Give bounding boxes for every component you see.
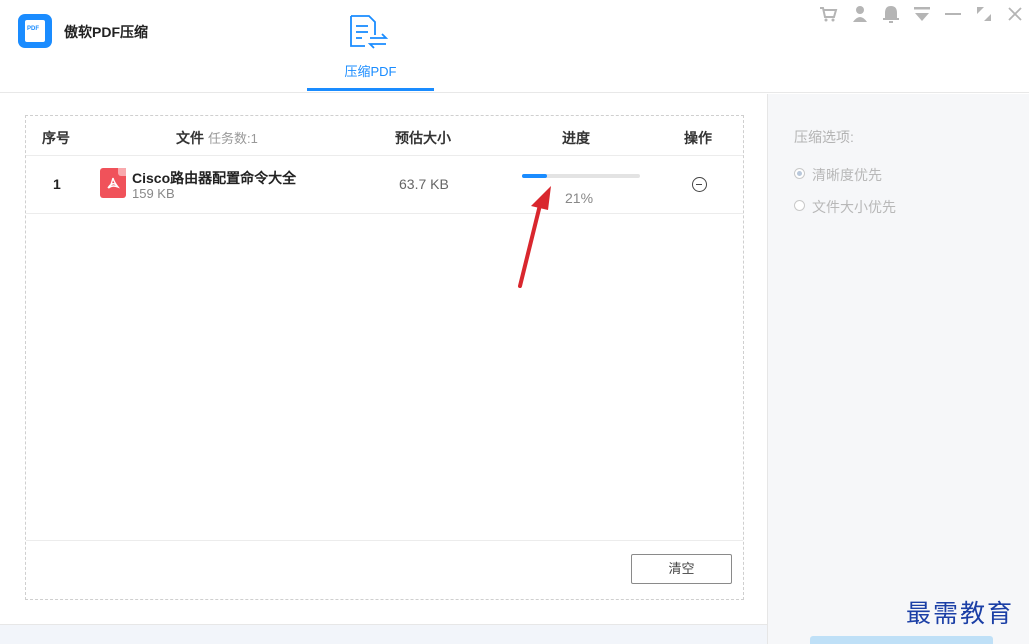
column-header-estimated-size: 预估大小 bbox=[395, 130, 451, 146]
compress-document-icon bbox=[350, 15, 389, 49]
column-header-file: 文件 任务数:1 bbox=[176, 128, 258, 148]
file-list-panel: 序号 文件 任务数:1 预估大小 进度 操作 1 Cisco路由器配置命令大全 1… bbox=[25, 115, 744, 600]
cart-icon[interactable] bbox=[818, 4, 838, 24]
watermark: 最需教育 bbox=[906, 599, 1015, 628]
progress-percent: 21% bbox=[565, 190, 594, 206]
clear-button[interactable]: 清空 bbox=[631, 554, 732, 584]
column-header-file-label: 文件 bbox=[176, 130, 204, 146]
main-area: 序号 文件 任务数:1 预估大小 进度 操作 1 Cisco路由器配置命令大全 1… bbox=[0, 94, 767, 624]
tab-compress-pdf[interactable]: 压缩PDF bbox=[307, 0, 434, 93]
pdf-file-icon bbox=[100, 168, 126, 198]
estimated-size: 63.7 KB bbox=[399, 176, 449, 192]
options-panel: 压缩选项: 清晰度优先 文件大小优先 bbox=[767, 94, 1029, 644]
file-size: 159 KB bbox=[132, 186, 175, 201]
option-clarity-first-label: 清晰度优先 bbox=[812, 167, 882, 183]
active-tab-indicator bbox=[307, 88, 434, 91]
column-header-index: 序号 bbox=[42, 130, 70, 146]
minimize-icon[interactable] bbox=[943, 4, 963, 24]
task-count: 任务数:1 bbox=[208, 131, 258, 146]
title-bar: PDF 傲软PDF压缩 压缩PDF bbox=[0, 0, 1029, 93]
option-size-first-label: 文件大小优先 bbox=[812, 199, 896, 215]
options-title: 压缩选项: bbox=[794, 129, 854, 145]
menu-dropdown-icon[interactable] bbox=[912, 4, 932, 24]
restore-icon[interactable] bbox=[974, 4, 994, 24]
tab-compress-pdf-label: 压缩PDF bbox=[344, 64, 397, 79]
row-index: 1 bbox=[53, 176, 61, 192]
table-header: 序号 文件 任务数:1 预估大小 进度 操作 bbox=[26, 116, 743, 156]
column-header-progress: 进度 bbox=[562, 130, 590, 146]
column-header-action: 操作 bbox=[684, 130, 712, 146]
radio-button-checked[interactable] bbox=[794, 168, 805, 179]
panel-footer: 清空 bbox=[26, 540, 743, 600]
progress-bar-fill bbox=[522, 174, 547, 178]
radio-button-unchecked[interactable] bbox=[794, 200, 805, 211]
bottom-bar bbox=[0, 624, 767, 644]
bell-icon[interactable] bbox=[881, 4, 901, 24]
close-icon[interactable] bbox=[1005, 4, 1025, 24]
app-logo-icon: PDF bbox=[18, 14, 52, 48]
file-name: Cisco路由器配置命令大全 bbox=[132, 170, 297, 186]
app-title: 傲软PDF压缩 bbox=[64, 24, 148, 40]
table-row[interactable]: 1 Cisco路由器配置命令大全 159 KB 63.7 KB 21% bbox=[26, 156, 743, 214]
user-icon[interactable] bbox=[850, 4, 870, 24]
progress-bar bbox=[522, 174, 640, 178]
start-compress-button[interactable] bbox=[810, 636, 993, 644]
remove-circle-icon[interactable] bbox=[692, 177, 707, 192]
app-logo-text: PDF bbox=[27, 26, 39, 32]
